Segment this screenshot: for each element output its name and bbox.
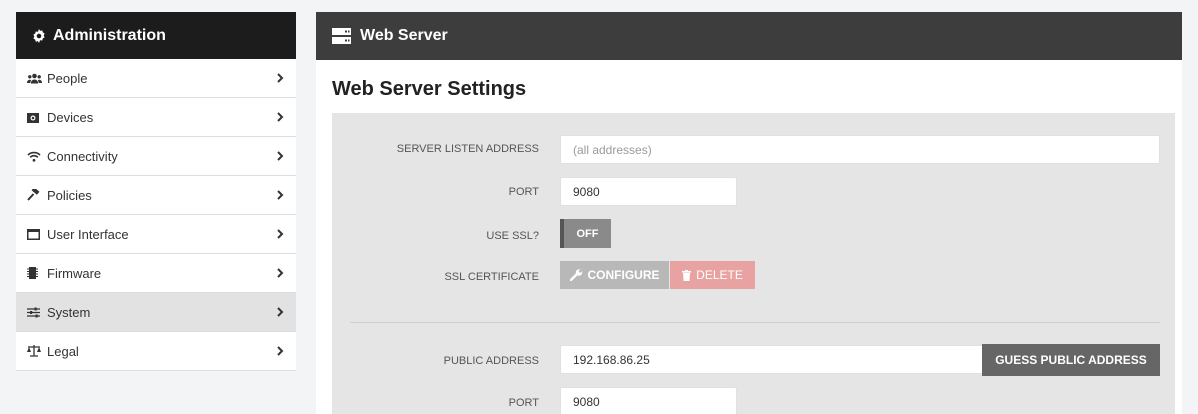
- chevron-right-icon: [274, 346, 286, 356]
- sidebar-item-people[interactable]: People: [16, 59, 296, 98]
- wifi-icon: [27, 151, 43, 162]
- server-icon: [332, 27, 351, 45]
- chevron-right-icon: [274, 151, 286, 161]
- sidebar-item-user-interface[interactable]: User Interface: [16, 215, 296, 254]
- sidebar-item-label: Firmware: [47, 265, 102, 281]
- sidebar-item-label: People: [47, 70, 88, 86]
- sidebar-item-system[interactable]: System: [16, 293, 296, 332]
- settings-form: SERVER LISTEN ADDRESS (all addresses) PO…: [332, 113, 1175, 414]
- sidebar-item-label: User Interface: [47, 226, 129, 242]
- page-title: Web Server Settings: [332, 78, 527, 100]
- trash-icon: [682, 269, 692, 281]
- sidebar-header: Administration: [16, 12, 296, 59]
- listen-address-input[interactable]: (all addresses): [560, 135, 1160, 164]
- port-label: PORT: [508, 186, 539, 198]
- chevron-right-icon: [274, 307, 286, 317]
- admin-sidebar: Administration People Devices Connectivi…: [16, 12, 296, 371]
- use-ssl-label: USE SSL?: [486, 230, 539, 242]
- configure-button[interactable]: CONFIGURE: [560, 261, 669, 289]
- public-port-input[interactable]: 9080: [560, 387, 737, 414]
- public-port-row: PORT: [332, 388, 1175, 414]
- sidebar-item-devices[interactable]: Devices: [16, 98, 296, 137]
- camera-icon: [27, 112, 43, 123]
- public-address-input[interactable]: 192.168.86.25: [560, 345, 984, 374]
- chip-icon: [27, 267, 43, 279]
- configure-label: CONFIGURE: [587, 268, 660, 282]
- gavel-icon: [27, 189, 43, 201]
- sidebar-item-label: Devices: [47, 109, 94, 125]
- sidebar-item-label: Connectivity: [47, 148, 118, 164]
- ssl-cert-label: SSL CERTIFICATE: [444, 271, 539, 283]
- wrench-icon: [569, 269, 583, 281]
- sliders-icon: [27, 307, 43, 318]
- web-server-panel: Web Server Web Server Settings SERVER LI…: [316, 12, 1182, 414]
- chevron-right-icon: [274, 229, 286, 239]
- chevron-right-icon: [274, 112, 286, 122]
- panel-header: Web Server: [316, 12, 1182, 60]
- port-input[interactable]: 9080: [560, 177, 737, 206]
- delete-label: DELETE: [696, 268, 743, 282]
- port-row: PORT: [332, 177, 1175, 207]
- panel-header-title: Web Server: [360, 27, 448, 44]
- sidebar-title: Administration: [53, 26, 166, 44]
- people-icon: [27, 73, 43, 84]
- sidebar-item-policies[interactable]: Policies: [16, 176, 296, 215]
- delete-button[interactable]: DELETE: [670, 261, 755, 289]
- use-ssl-row: USE SSL?: [332, 221, 1175, 251]
- public-address-label: PUBLIC ADDRESS: [443, 355, 539, 367]
- sidebar-item-label: System: [47, 304, 91, 320]
- window-icon: [27, 228, 43, 240]
- use-ssl-toggle[interactable]: OFF: [560, 219, 611, 248]
- scales-icon: [27, 345, 43, 357]
- sidebar-item-label: Legal: [47, 343, 79, 359]
- sidebar-item-label: Policies: [47, 187, 92, 203]
- sidebar-item-legal[interactable]: Legal: [16, 332, 296, 371]
- section-divider: [350, 322, 1160, 323]
- chevron-right-icon: [274, 268, 286, 278]
- guess-public-address-button[interactable]: GUESS PUBLIC ADDRESS: [982, 344, 1160, 376]
- public-port-label: PORT: [508, 397, 539, 409]
- chevron-right-icon: [274, 190, 286, 200]
- gear-icon: [32, 28, 46, 43]
- sidebar-item-connectivity[interactable]: Connectivity: [16, 137, 296, 176]
- sidebar-item-firmware[interactable]: Firmware: [16, 254, 296, 293]
- chevron-right-icon: [274, 73, 286, 83]
- listen-address-label: SERVER LISTEN ADDRESS: [396, 143, 539, 155]
